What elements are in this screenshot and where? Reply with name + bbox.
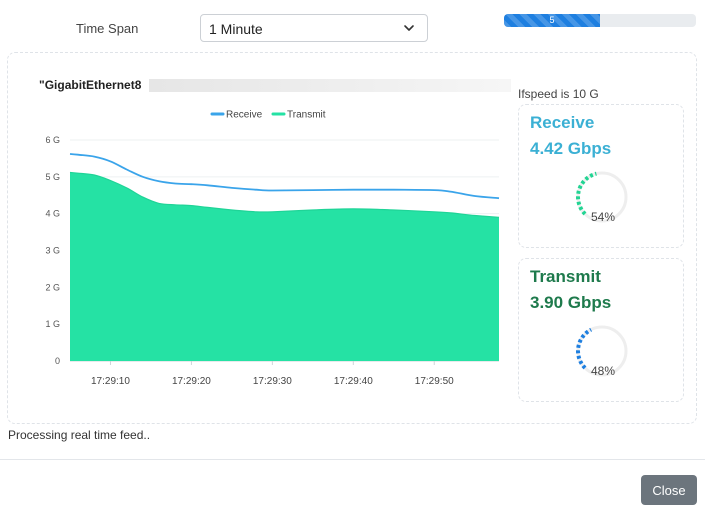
progress-text: 5 (549, 15, 555, 25)
y-tick-label: 5 G (45, 172, 60, 182)
close-button[interactable]: Close (641, 475, 697, 505)
gauge-value-arc (576, 171, 597, 216)
transmit-rate: 3.90 Gbps (530, 293, 612, 312)
transmit-series-area (70, 172, 499, 361)
transmit-percent: 48% (591, 364, 616, 378)
timespan-select-value: 1 Minute (209, 21, 263, 37)
chevron-down-icon (404, 25, 414, 31)
y-tick-label: 6 G (45, 135, 60, 145)
x-tick-label: 17:29:40 (334, 376, 373, 387)
y-tick-label: 1 G (45, 319, 60, 329)
y-tick-label: 0 (55, 356, 60, 366)
transmit-title: Transmit (530, 267, 601, 286)
ifspeed-label: Ifspeed is 10 G (518, 87, 599, 101)
y-tick-label: 3 G (45, 246, 60, 256)
x-tick-label: 17:29:50 (415, 376, 454, 387)
x-tick-label: 17:29:20 (172, 376, 211, 387)
receive-rate: 4.42 Gbps (530, 139, 612, 158)
y-tick-label: 4 G (45, 209, 60, 219)
interface-name: "GigabitEthernet8 (39, 78, 142, 92)
interface-name-redaction (149, 79, 511, 92)
footer-divider (0, 459, 705, 460)
timespan-select[interactable]: 1 Minute (200, 14, 428, 42)
x-tick-label: 17:29:30 (253, 376, 292, 387)
transmit-card: Transmit 3.90 Gbps 48% (518, 258, 684, 402)
refresh-progress-bar: 5 (504, 14, 696, 27)
legend-label-receive: Receive (226, 110, 263, 121)
y-tick-label: 2 G (45, 282, 60, 292)
receive-percent: 54% (591, 210, 616, 224)
x-tick-label: 17:29:10 (91, 376, 130, 387)
status-text: Processing real time feed.. (8, 428, 151, 442)
timespan-label: Time Span (76, 21, 139, 36)
legend-label-transmit: Transmit (287, 110, 326, 121)
receive-card: Receive 4.42 Gbps 54% (518, 104, 684, 248)
receive-title: Receive (530, 113, 595, 132)
traffic-chart: 0 1 G 2 G 3 G 4 G 5 G 6 G 17:29:10 17:29:20 17:29… (45, 110, 500, 387)
